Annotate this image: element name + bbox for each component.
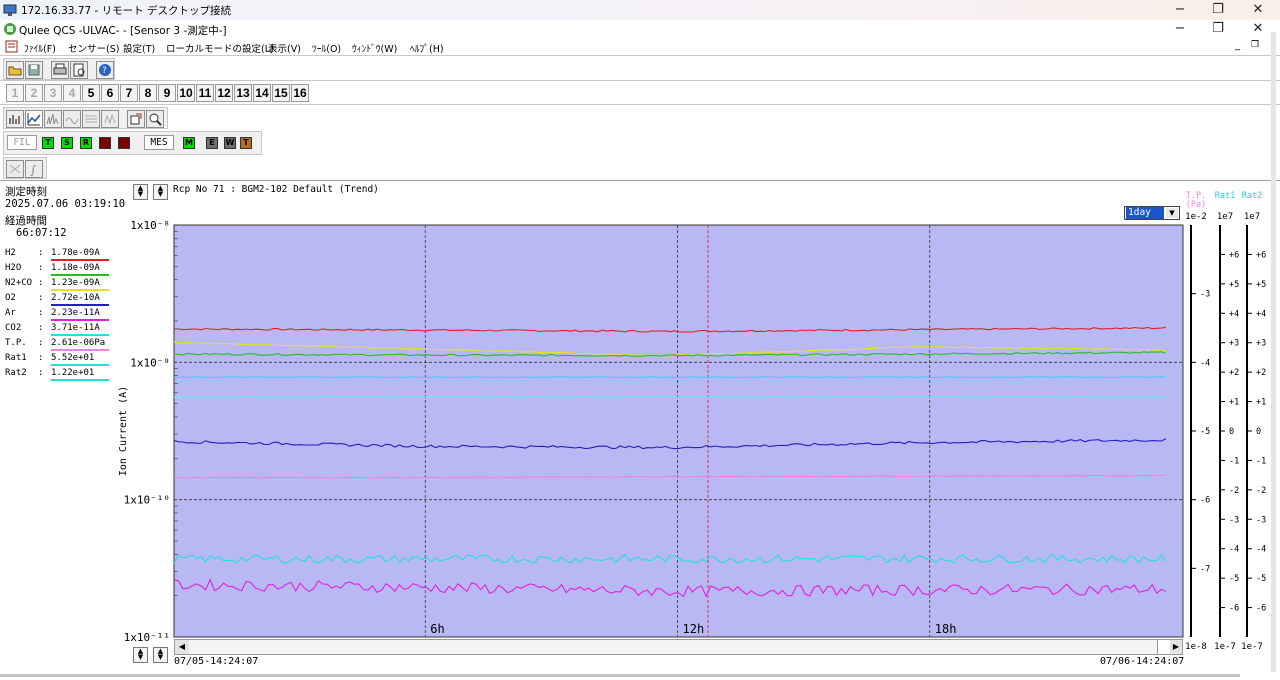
right-axis-scale-bottom: 1e-7: [1241, 642, 1263, 652]
right-axis-scale-bottom: 1e-8: [1185, 642, 1207, 652]
rat-tick-label: 0: [1256, 427, 1261, 437]
rat-tick-label: -2: [1256, 486, 1266, 496]
right-axis-scale-top: 1e-2: [1185, 212, 1207, 222]
rat-tick-label: +4: [1229, 309, 1239, 319]
tp-tick-label: -5: [1200, 427, 1210, 437]
rat-tick-label: -5: [1256, 574, 1266, 584]
y-axis-label: Ion Current (A): [118, 386, 129, 476]
bottom-scale-spinner[interactable]: ▲ ▼: [133, 647, 148, 663]
y-tick-label: 1x10⁻¹¹: [124, 631, 170, 644]
right-axis-unit: (Pa): [1186, 200, 1206, 210]
bottom-offset-spinner[interactable]: ▲ ▼: [153, 647, 168, 663]
horizontal-scrollbar[interactable]: [0, 674, 1240, 677]
rat-tick-label: +3: [1229, 339, 1239, 349]
series-line-rat1: [173, 376, 1166, 378]
tp-tick-label: -4: [1200, 358, 1210, 368]
rat-tick-label: +1: [1256, 398, 1266, 408]
y-tick-label: 1x10⁻¹⁰: [124, 494, 170, 507]
time-scrollbar[interactable]: ◀ ▶: [174, 639, 1183, 655]
right-axis-name: Rat1: [1215, 191, 1235, 201]
x-tick-label: 6h: [430, 622, 444, 636]
scroll-thumb[interactable]: [1157, 640, 1169, 654]
tp-tick-label: -6: [1200, 496, 1210, 506]
vertical-scrollbar[interactable]: [1271, 32, 1276, 672]
rat-tick-label: +6: [1229, 250, 1239, 260]
rat-tick-label: -5: [1229, 574, 1239, 584]
y-tick-label: 1x10⁻⁹: [130, 356, 170, 369]
y-tick-label: 1x10⁻⁸: [130, 219, 170, 232]
right-axis-scale-top: 1e7: [1217, 212, 1233, 222]
rat-tick-label: 0: [1229, 427, 1234, 437]
scroll-left-icon[interactable]: ◀: [175, 640, 189, 654]
rat-tick-label: -4: [1256, 545, 1266, 555]
rat-tick-label: +2: [1229, 368, 1239, 378]
rat-tick-label: +5: [1229, 280, 1239, 290]
tp-tick-label: -7: [1200, 564, 1210, 574]
rat-tick-label: +4: [1256, 309, 1266, 319]
rat-tick-label: +1: [1229, 398, 1239, 408]
end-time: 07/06-14:24:07: [1100, 656, 1185, 667]
rat-tick-label: +2: [1256, 368, 1266, 378]
rat-tick-label: -1: [1256, 456, 1266, 466]
rat-tick-label: +6: [1256, 250, 1266, 260]
right-axis-scale-bottom: 1e-7: [1214, 642, 1236, 652]
plot-area: [173, 224, 1184, 638]
rat-tick-label: -6: [1229, 604, 1239, 614]
rat-tick-label: -2: [1229, 486, 1239, 496]
x-tick-label: 12h: [683, 622, 705, 636]
series-line-rat2: [173, 396, 1166, 398]
rat-tick-label: +5: [1256, 280, 1266, 290]
x-tick-label: 18h: [935, 622, 957, 636]
rat-tick-label: -3: [1229, 515, 1239, 525]
tp-tick-label: -3: [1200, 290, 1210, 300]
rat-tick-label: -3: [1256, 515, 1266, 525]
rat-tick-label: +3: [1256, 339, 1266, 349]
right-axis-scale-top: 1e7: [1244, 212, 1260, 222]
rat-tick-label: -4: [1229, 545, 1239, 555]
right-axis-name: Rat2: [1242, 191, 1262, 201]
scroll-right-icon[interactable]: ▶: [1170, 640, 1182, 654]
rat-tick-label: -1: [1229, 456, 1239, 466]
start-time: 07/05-14:24:07: [174, 656, 259, 667]
trend-chart: 1x10⁻⁸ 1x10⁻⁹ 1x10⁻¹⁰ 1x10⁻¹¹ Ion Current (A…: [118, 191, 1266, 652]
rat-tick-label: -6: [1256, 604, 1266, 614]
